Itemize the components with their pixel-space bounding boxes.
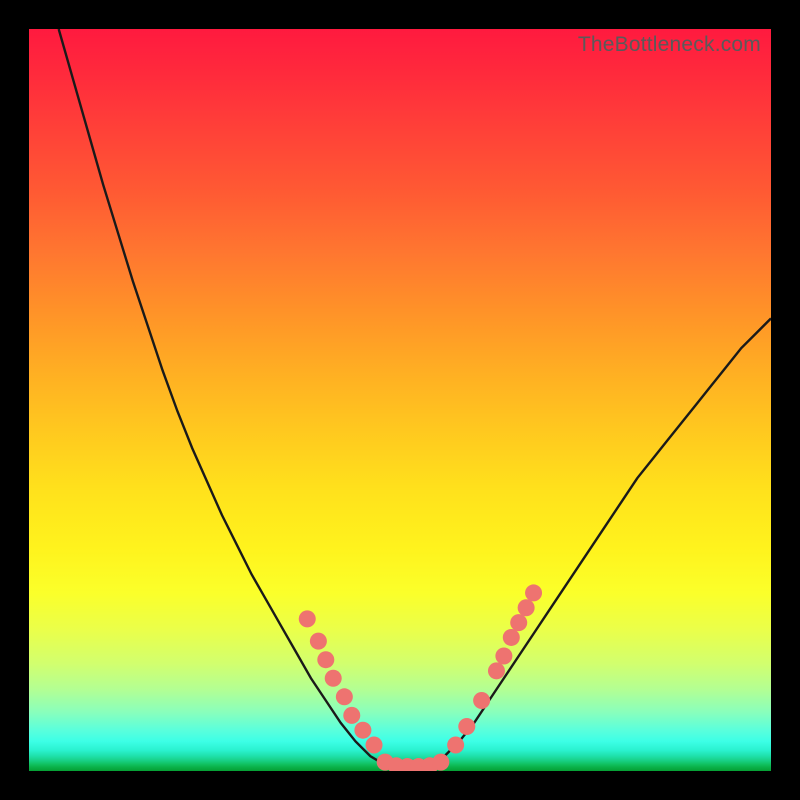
data-marker <box>488 662 505 679</box>
data-marker <box>299 610 316 627</box>
plot-area: TheBottleneck.com <box>29 29 771 771</box>
chart-svg <box>29 29 771 771</box>
data-marker <box>366 737 383 754</box>
data-marker <box>447 737 464 754</box>
watermark-text: TheBottleneck.com <box>578 33 761 57</box>
data-marker <box>432 754 449 771</box>
data-marker <box>518 599 535 616</box>
data-marker <box>310 633 327 650</box>
data-marker <box>503 629 520 646</box>
data-marker <box>495 647 512 664</box>
data-marker <box>458 718 475 735</box>
data-marker <box>343 707 360 724</box>
data-marker <box>525 584 542 601</box>
data-marker <box>473 692 490 709</box>
bottleneck-curve <box>59 29 771 767</box>
data-marker <box>325 670 342 687</box>
data-marker <box>336 688 353 705</box>
data-marker <box>510 614 527 631</box>
data-marker <box>354 722 371 739</box>
data-marker <box>317 651 334 668</box>
chart-frame: TheBottleneck.com <box>0 0 800 800</box>
